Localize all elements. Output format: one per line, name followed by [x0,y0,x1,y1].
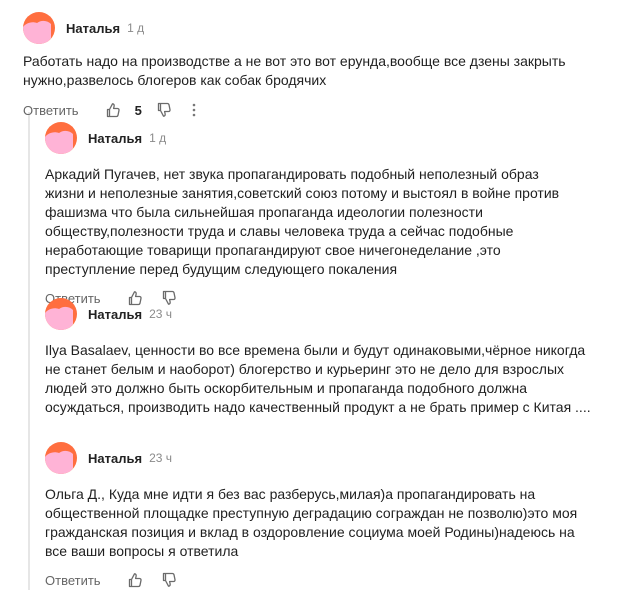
comment-actions: Ответить [45,570,615,590]
reply-comment: Наталья 1 д Аркадий Пугачев, нет звука п… [45,122,615,308]
comment-text: Работать надо на производстве а не вот э… [23,52,613,90]
author-name[interactable]: Наталья [88,307,142,322]
like-count: 5 [134,102,142,118]
avatar[interactable] [45,298,77,330]
comment-text-line: жизни и неполезные занятия,советский сою… [45,185,560,201]
comment: Наталья 1 д Работать надо на производств… [23,12,613,120]
comment-time: 23 ч [149,451,172,465]
comment-text-line: нужно,развелось блогеров как собак бродя… [23,72,327,88]
author-name[interactable]: Наталья [88,451,142,466]
thumbs-down-icon[interactable] [156,102,172,118]
comment-text-line: людей это должно быть оскорбительным и п… [45,380,528,396]
comment-text: Аркадий Пугачев, нет звука пропагандиров… [45,165,615,279]
comment-text-line: общественной площадке преступную деграда… [45,505,578,521]
comment-time: 1 д [149,131,167,145]
comment-header: Наталья 23 ч [45,442,615,474]
reply-button[interactable]: Ответить [23,103,79,118]
comment-time: 1 д [127,21,145,35]
avatar[interactable] [45,442,77,474]
comment-text-line: Ольга Д., Куда мне идти я без вас разбер… [45,486,536,502]
comment-text-line: преступление перед будущим следующего по… [45,261,398,277]
comment-text-line: осуждаться, производить надо качественны… [45,399,591,415]
comment-text-line: Аркадий Пугачев, нет звука пропагандиров… [45,166,539,182]
comment-text-line: гражданская позиция и вклад в оздоровлен… [45,524,575,540]
comment-text: Ilya Basalaev, ценности во все времена б… [45,341,615,417]
comment-header: Наталья 23 ч [45,298,615,330]
thread-line [28,112,30,590]
comment-text-line: не станет белым и наоборот) блогерство и… [45,361,565,377]
avatar[interactable] [45,122,77,154]
comment-text-line: все ваши вопросы я ответила [45,543,239,559]
comment-text-line: Ilya Basalaev, ценности во все времена б… [45,342,586,358]
thumbs-down-icon[interactable] [161,572,177,588]
more-vertical-icon[interactable] [192,103,196,117]
comment-header: Наталья 1 д [23,12,613,44]
comment-text-line: Работать надо на производстве а не вот э… [23,53,566,69]
reply-button[interactable]: Ответить [45,573,101,588]
comment-text-line: фашизма что была сильнейшая пропаганда и… [45,204,483,220]
thumbs-up-icon[interactable] [127,572,143,588]
comment-text: Ольга Д., Куда мне идти я без вас разбер… [45,485,615,561]
avatar[interactable] [23,12,55,44]
author-name[interactable]: Наталья [88,131,142,146]
comment-time: 23 ч [149,307,172,321]
reply-comment: Наталья 23 ч Ольга Д., Куда мне идти я б… [45,442,615,590]
reply-comment: Наталья 23 ч Ilya Basalaev, ценности во … [45,298,615,417]
author-name[interactable]: Наталья [66,21,120,36]
comment-header: Наталья 1 д [45,122,615,154]
comment-text-line: обществу,полезности труда и славы челове… [45,223,514,239]
comment-actions: Ответить 5 [23,100,613,120]
comment-text-line: неработающие товарищи пропагандируют сво… [45,242,501,258]
thumbs-up-icon[interactable] [105,102,121,118]
